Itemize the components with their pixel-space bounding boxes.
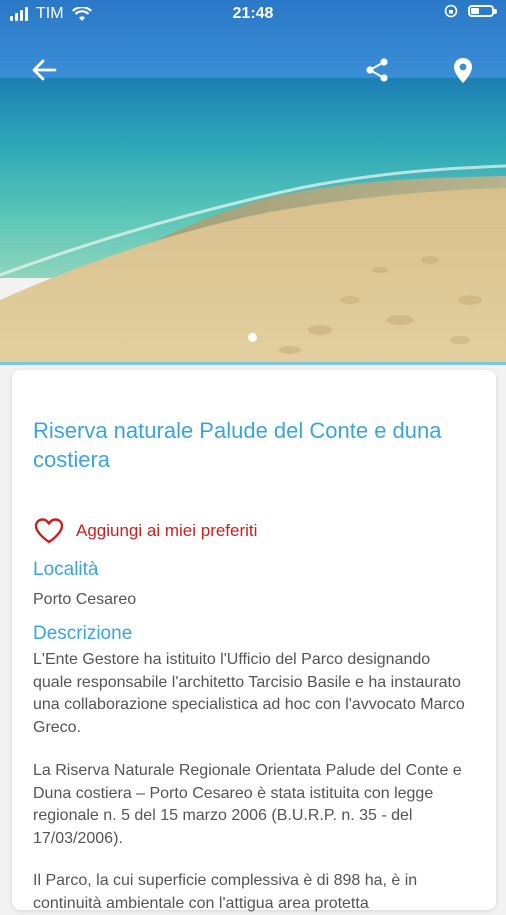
back-button[interactable] xyxy=(24,50,64,90)
detail-card: Riserva naturale Palude del Conte e duna… xyxy=(12,370,496,912)
hero-divider xyxy=(0,362,506,365)
description-paragraph: L'Ente Gestore ha istituito l'Ufficio de… xyxy=(33,651,465,736)
rotation-lock-icon xyxy=(444,4,458,18)
location-button[interactable] xyxy=(443,50,483,90)
share-icon xyxy=(366,58,388,82)
description-heading: Descrizione xyxy=(33,623,133,644)
battery-icon xyxy=(468,5,497,17)
map-pin-icon xyxy=(454,57,472,83)
favorite-label: Aggiungi ai miei preferiti xyxy=(76,521,258,540)
beach-image xyxy=(0,0,506,364)
arrow-left-icon xyxy=(32,59,57,81)
heart-icon xyxy=(34,518,64,544)
hero-photo[interactable] xyxy=(0,0,506,364)
share-button[interactable] xyxy=(357,50,397,90)
description-paragraph: Il Parco, la cui superficie complessiva … xyxy=(33,872,418,912)
location-heading: Località xyxy=(33,559,99,580)
status-bar: TIM 21:48 xyxy=(0,0,506,30)
location-value: Porto Cesareo xyxy=(33,591,137,608)
page-title: Riserva naturale Palude del Conte e duna… xyxy=(33,418,442,472)
add-to-favorites-button[interactable]: Aggiungi ai miei preferiti xyxy=(34,518,257,544)
clock: 21:48 xyxy=(232,5,274,22)
description-paragraph: La Riserva Naturale Regionale Orientata … xyxy=(33,762,462,847)
gallery-page-indicator[interactable] xyxy=(248,333,257,342)
